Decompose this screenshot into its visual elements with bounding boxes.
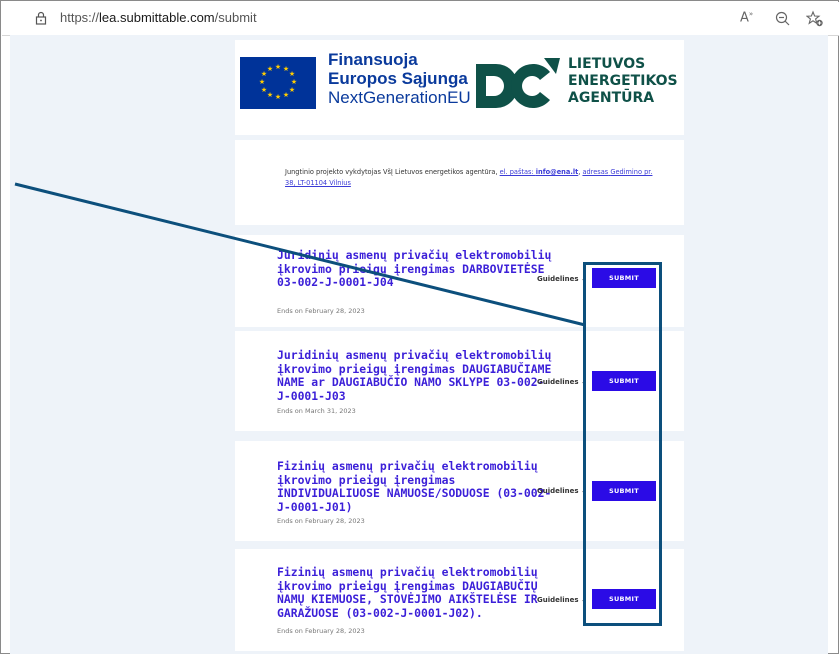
agency-name-text: LIETUVOS ENERGETIKOS AGENTŪRA [568, 56, 678, 106]
opportunity-deadline: Ends on February 28, 2023 [277, 307, 365, 315]
info-card: Jungtinio projekto vykdytojas VšĮ Lietuv… [235, 140, 684, 225]
address-bar[interactable]: https://lea.submittable.com/submit A» [2, 2, 839, 36]
svg-text:★: ★ [267, 91, 273, 99]
opportunity-deadline: Ends on March 31, 2023 [277, 407, 356, 415]
guidelines-toggle[interactable]: Guidelines ⌄ [537, 275, 587, 283]
lock-icon[interactable] [34, 11, 48, 25]
svg-text:★: ★ [283, 91, 289, 99]
add-favorite-icon[interactable] [806, 10, 824, 28]
zoom-icon[interactable] [774, 10, 792, 28]
guidelines-toggle[interactable]: Guidelines ⌄ [537, 596, 587, 604]
read-aloud-icon[interactable]: A» [740, 10, 758, 28]
lea-logo-icon [476, 58, 560, 108]
guidelines-toggle[interactable]: Guidelines ⌄ [537, 487, 587, 495]
svg-text:★: ★ [267, 65, 273, 73]
svg-text:★: ★ [261, 86, 267, 94]
header-logo-card: ★ ★ ★ ★ ★ ★ ★ ★ ★ ★ ★ ★ Finansuoja Europos Sąjun… [235, 40, 684, 135]
eu-flag-icon: ★ ★★ ★★★ ★★★ ★★★ [240, 57, 316, 109]
guidelines-toggle[interactable]: Guidelines ⌄ [537, 378, 587, 386]
svg-text:★: ★ [259, 78, 265, 86]
svg-text:★: ★ [291, 78, 297, 86]
opportunity-title[interactable]: Juridinių asmenų privačių elektromobilių… [277, 348, 552, 403]
email-link[interactable]: el. paštas: info@ena.lt [500, 168, 579, 176]
opportunity-deadline: Ends on February 28, 2023 [277, 517, 365, 525]
opportunity-deadline: Ends on February 28, 2023 [277, 627, 365, 635]
svg-text:★: ★ [289, 70, 295, 78]
opportunity-title[interactable]: Fizinių asmenų privačių elektromobilių į… [277, 565, 552, 620]
opportunity-title[interactable]: Fizinių asmenų privačių elektromobilių į… [277, 459, 552, 514]
svg-text:★: ★ [289, 86, 295, 94]
submit-buttons-highlight [583, 262, 662, 626]
opportunity-title[interactable]: Juridinių asmenų privačių elektromobilių… [277, 248, 552, 290]
contact-info: Jungtinio projekto vykdytojas VšĮ Lietuv… [285, 168, 653, 187]
svg-text:★: ★ [275, 93, 281, 101]
svg-text:★: ★ [275, 63, 281, 71]
eu-funding-text: Finansuoja Europos Sąjunga NextGeneratio… [328, 50, 471, 107]
url-text[interactable]: https://lea.submittable.com/submit [60, 10, 257, 25]
